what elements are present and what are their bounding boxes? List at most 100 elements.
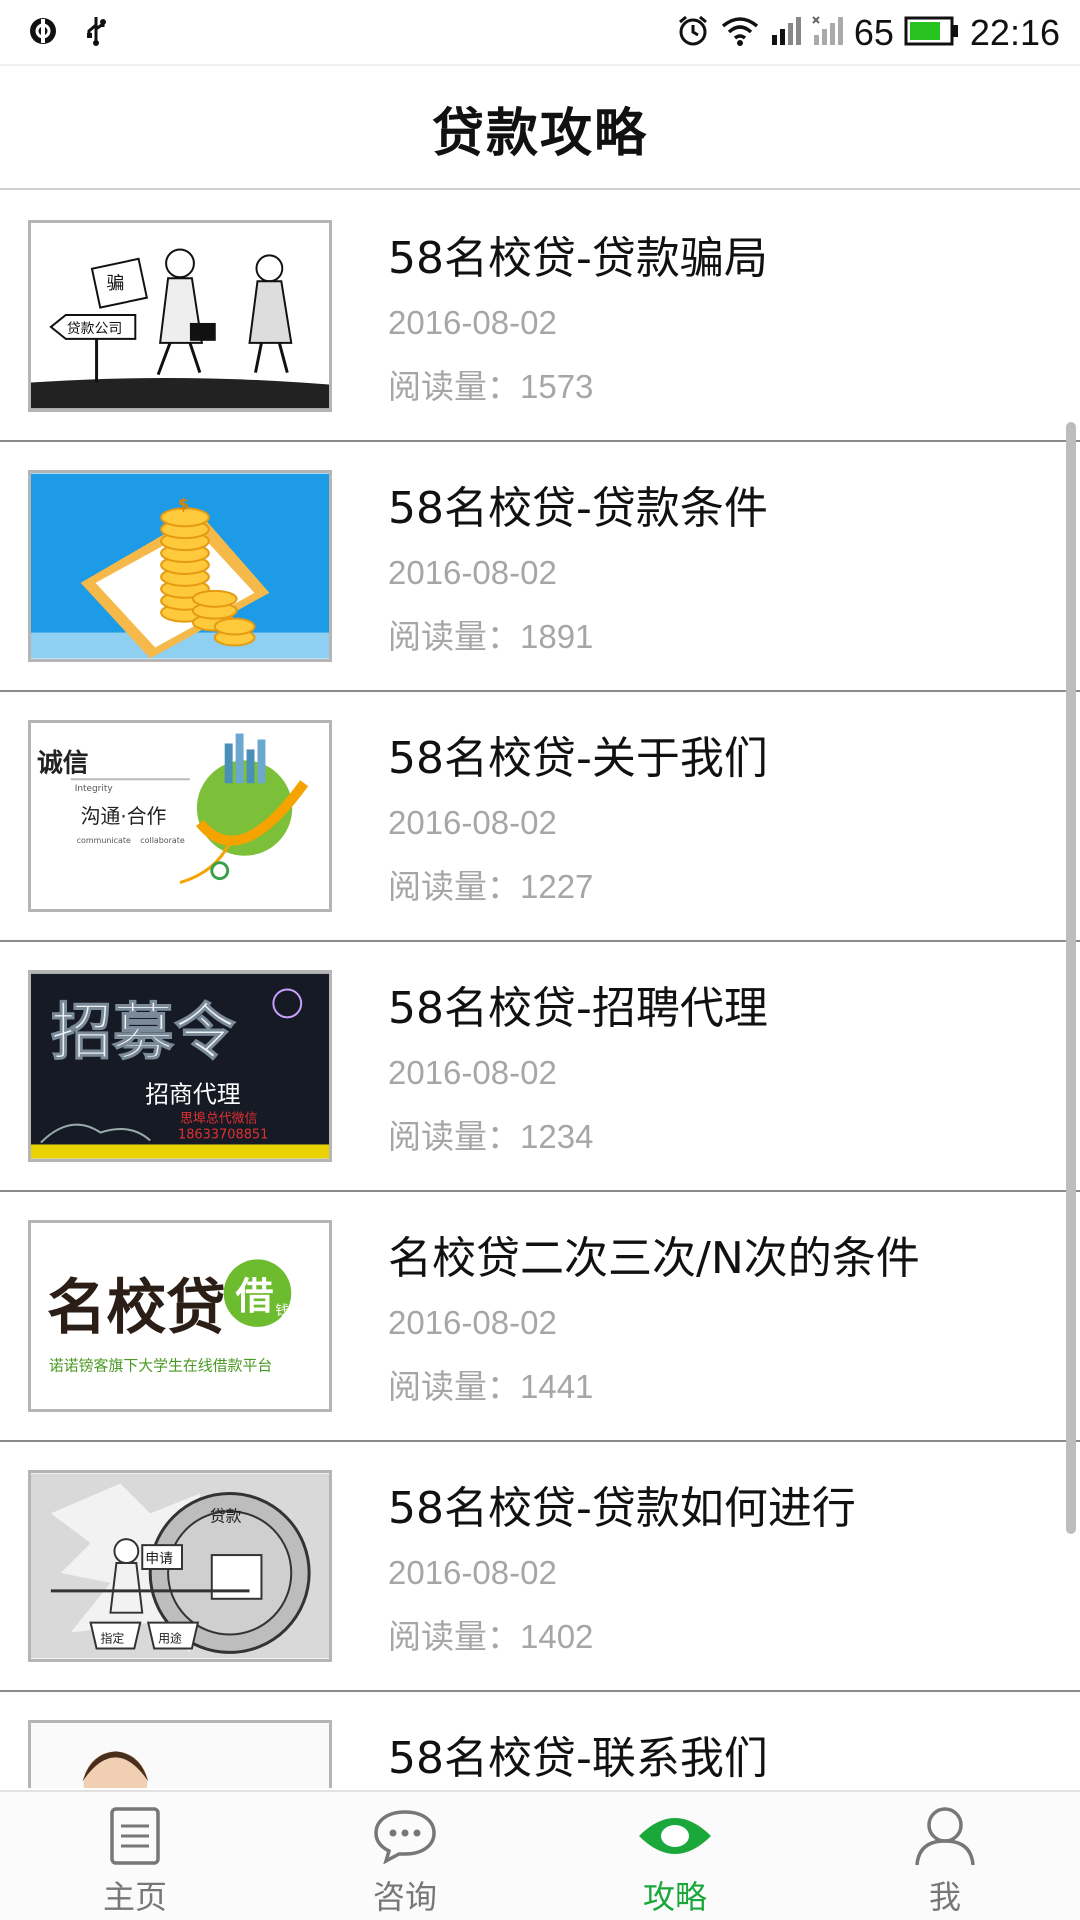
tab-consult[interactable]: 咨询	[270, 1792, 540, 1920]
user-icon	[905, 1804, 985, 1868]
article-thumbnail[interactable]	[28, 1720, 332, 1788]
article-thumbnail[interactable]: 贷款 申请 指定 用途	[28, 1470, 332, 1662]
read-count-label: 阅读量：	[388, 1117, 520, 1156]
thumb-text: 骗	[106, 273, 124, 294]
article-title[interactable]: 58名校贷-贷款骗局	[388, 222, 768, 286]
brand-logo: 名校贷 借 钱 诺诺镑客旗下大学生在线借款平台	[31, 1223, 329, 1409]
thumb-text: $	[178, 494, 189, 513]
article-read-count: 阅读量：1234	[388, 1110, 593, 1158]
read-count-value: 1227	[520, 868, 594, 905]
article-title[interactable]: 58名校贷-招聘代理	[388, 972, 768, 1036]
article-read-count: 阅读量：1402	[388, 1610, 593, 1658]
thumb-text: 思埠总代微信	[180, 1112, 258, 1127]
usb-icon	[84, 15, 108, 51]
notification-icon	[28, 16, 58, 50]
thumb-text: Integrity	[75, 784, 114, 794]
battery-percent: 65	[853, 12, 894, 53]
page-title: 贷款攻略	[431, 103, 648, 164]
article-date: 2016-08-02	[388, 304, 557, 341]
alarm-icon	[676, 14, 710, 52]
bottom-tab-bar: 主页 咨询 攻略 我	[0, 1790, 1080, 1920]
read-count-value: 1234	[520, 1118, 594, 1155]
read-count-value: 1402	[520, 1618, 594, 1655]
chat-bubble-icon	[365, 1804, 445, 1868]
article-date: 2016-08-02	[388, 554, 557, 591]
tab-label: 我	[928, 1878, 961, 1916]
thumb-text: communicate	[77, 836, 131, 845]
article-thumbnail[interactable]: 名校贷 借 钱 诺诺镑客旗下大学生在线借款平台	[28, 1220, 332, 1412]
article-date: 2016-08-02	[388, 1054, 557, 1091]
thumb-text: 借	[235, 1274, 274, 1318]
tab-label: 主页	[102, 1878, 167, 1916]
read-count-label: 阅读量：	[388, 617, 520, 656]
list-item[interactable]: 招募令 招商代理 思埠总代微信 18633708851 58名校贷-招聘代理 2…	[0, 942, 1080, 1192]
article-read-count: 阅读量：1573	[388, 360, 593, 408]
thumb-text: 招募令	[51, 996, 236, 1068]
read-count-label: 阅读量：	[388, 1617, 520, 1656]
article-title[interactable]: 58名校贷-贷款条件	[388, 472, 768, 536]
thumb-text: 招商代理	[145, 1081, 240, 1109]
clock: 22:16	[969, 12, 1060, 53]
app-header: 贷款攻略	[0, 68, 1080, 190]
thumb-text: 指定	[101, 1631, 125, 1645]
list-item[interactable]: 贷款 申请 指定 用途 58名校贷-贷款如何进行 2016-08-02 阅读量：…	[0, 1442, 1080, 1692]
article-read-count: 阅读量：1441	[388, 1360, 593, 1408]
thumb-text: 沟通·合作	[81, 805, 167, 828]
thumb-text: 名校贷	[47, 1274, 226, 1343]
tab-label: 咨询	[372, 1878, 437, 1916]
tab-me[interactable]: 我	[810, 1792, 1080, 1920]
coins-clipboard-illustration: $	[31, 473, 329, 659]
article-title[interactable]: 名校贷二次三次/N次的条件	[388, 1222, 920, 1286]
thumb-text: 18633708851	[178, 1128, 268, 1143]
status-bar: 65 22:16	[0, 0, 1080, 66]
article-title[interactable]: 58名校贷-贷款如何进行	[388, 1472, 856, 1536]
thumb-text: 贷款公司	[67, 321, 123, 337]
list-item[interactable]: $ 58名校贷-贷款条件 2016-08-02 阅读量：1891	[0, 442, 1080, 692]
list-item[interactable]: 诚信 Integrity 沟通·合作 communicate collabora…	[0, 692, 1080, 942]
eye-icon	[635, 1804, 715, 1868]
signal-icon	[770, 15, 802, 51]
article-title[interactable]: 58名校贷-联系我们	[388, 1722, 768, 1786]
cartoon-scam-illustration: 骗 贷款公司	[31, 223, 329, 409]
article-thumbnail[interactable]: $	[28, 470, 332, 662]
article-thumbnail[interactable]: 诚信 Integrity 沟通·合作 communicate collabora…	[28, 720, 332, 912]
signal-no-service-icon	[812, 15, 844, 51]
thumb-text: collaborate	[140, 836, 185, 845]
thumb-text: 贷款	[210, 1506, 242, 1525]
document-icon	[95, 1804, 175, 1868]
read-count-label: 阅读量：	[388, 1367, 520, 1406]
screen: 65 22:16 贷款攻略 骗 贷款公司 58名校贷-贷款骗局 2016-08-…	[0, 0, 1080, 1920]
read-count-label: 阅读量：	[388, 367, 520, 406]
thumb-text: 用途	[158, 1631, 182, 1645]
tab-guide[interactable]: 攻略	[540, 1792, 810, 1920]
article-thumbnail[interactable]: 骗 贷款公司	[28, 220, 332, 412]
battery-icon	[904, 16, 960, 50]
thumb-text: 钱	[275, 1303, 289, 1319]
integrity-globe-illustration: 诚信 Integrity 沟通·合作 communicate collabora…	[31, 723, 329, 909]
list-item[interactable]: 58名校贷-联系我们	[0, 1692, 1080, 1788]
article-date: 2016-08-02	[388, 1304, 557, 1341]
loan-process-cartoon: 贷款 申请 指定 用途	[31, 1473, 329, 1659]
article-read-count: 阅读量：1891	[388, 610, 593, 658]
thumb-text: 申请	[145, 1551, 173, 1567]
tab-home[interactable]: 主页	[0, 1792, 270, 1920]
tab-label: 攻略	[642, 1878, 707, 1916]
thumb-text: 诚信	[37, 748, 89, 778]
list-item[interactable]: 骗 贷款公司 58名校贷-贷款骗局 2016-08-02 阅读量：1573	[0, 192, 1080, 442]
article-thumbnail[interactable]: 招募令 招商代理 思埠总代微信 18633708851	[28, 970, 332, 1162]
scrollbar[interactable]	[1066, 422, 1076, 1534]
wifi-icon	[720, 15, 760, 51]
read-count-value: 1891	[520, 618, 594, 655]
article-date: 2016-08-02	[388, 1554, 557, 1591]
read-count-value: 1573	[520, 368, 594, 405]
recruitment-blackboard-illustration: 招募令 招商代理 思埠总代微信 18633708851	[31, 973, 329, 1159]
article-read-count: 阅读量：1227	[388, 860, 593, 908]
article-date: 2016-08-02	[388, 804, 557, 841]
list-item[interactable]: 名校贷 借 钱 诺诺镑客旗下大学生在线借款平台 名校贷二次三次/N次的条件 20…	[0, 1192, 1080, 1442]
read-count-label: 阅读量：	[388, 867, 520, 906]
article-title[interactable]: 58名校贷-关于我们	[388, 722, 768, 786]
article-list[interactable]: 骗 贷款公司 58名校贷-贷款骗局 2016-08-02 阅读量：1573 $ …	[0, 192, 1080, 1788]
thumb-text: 诺诺镑客旗下大学生在线借款平台	[49, 1357, 272, 1375]
contact-person-photo	[31, 1723, 329, 1788]
read-count-value: 1441	[520, 1368, 594, 1405]
